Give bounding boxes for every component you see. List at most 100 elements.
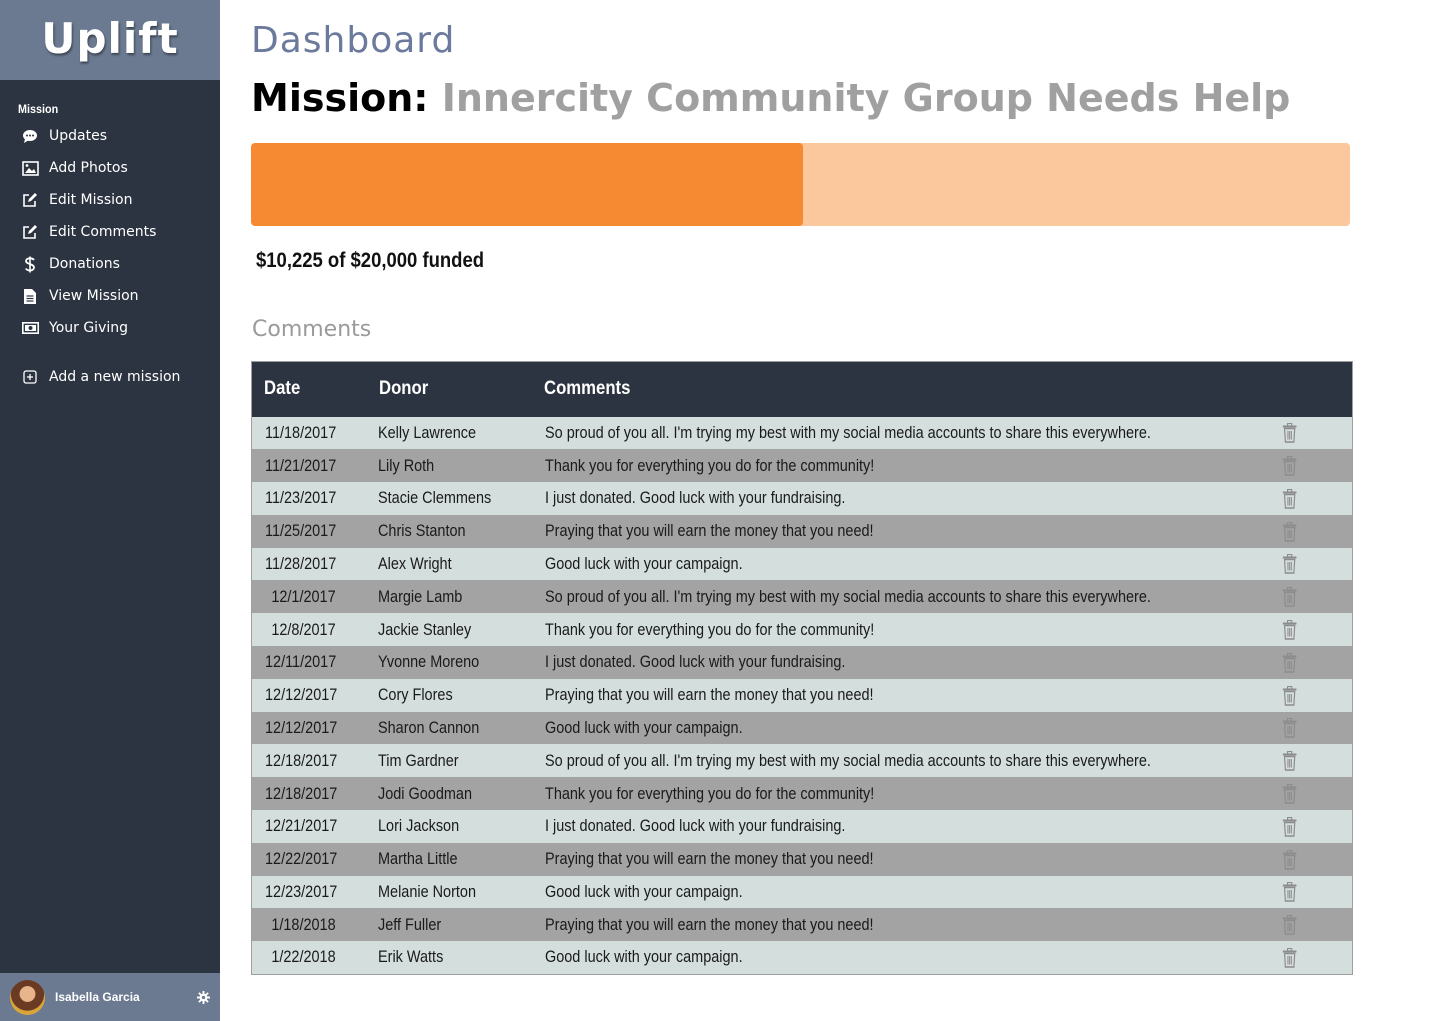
money-icon <box>21 319 39 337</box>
sidebar-item-edit-comments[interactable]: Edit Comments <box>0 216 220 248</box>
comment-actions <box>1258 876 1352 909</box>
page-title: Dashboard <box>251 20 456 61</box>
comment-actions <box>1258 417 1352 450</box>
sidebar-item-label: Updates <box>49 128 107 144</box>
trash-icon[interactable] <box>1282 652 1297 673</box>
comment-actions <box>1258 679 1352 712</box>
comment-text: Praying that you will earn the money tha… <box>545 849 874 869</box>
table-row: 12/11/2017 Yvonne Moreno I just donated. G… <box>251 646 1353 679</box>
comment-donor: Jeff Fuller <box>377 914 442 934</box>
table-row: 11/21/2017 Lily Roth Thank you for everyth… <box>251 449 1353 483</box>
mission-name: Innercity Community Group Needs Help <box>441 76 1291 120</box>
table-row: 1/18/2018 Jeff Fuller Praying that you wil… <box>251 908 1353 942</box>
comment-actions <box>1258 613 1352 646</box>
comment-actions <box>1258 843 1352 876</box>
sidebar-item-your-giving[interactable]: Your Giving <box>0 312 220 344</box>
trash-icon[interactable] <box>1282 947 1297 968</box>
trash-icon[interactable] <box>1282 783 1297 804</box>
sidebar-item-add-photos[interactable]: Add Photos <box>0 152 220 184</box>
comment-date: 12/22/2017 <box>265 849 338 869</box>
comment-donor: Jodi Goodman <box>377 783 472 803</box>
trash-icon[interactable] <box>1282 751 1297 771</box>
comment-donor: Tim Gardner <box>377 750 459 770</box>
comment-text: Thank you for everything you do for the … <box>545 455 875 475</box>
comment-donor: Margie Lamb <box>377 586 463 606</box>
sidebar-item-label: Add Photos <box>49 160 128 176</box>
comment-text: Good luck with your campaign. <box>545 882 743 902</box>
trash-icon[interactable] <box>1282 816 1297 837</box>
comment-text: Thank you for everything you do for the … <box>545 619 875 639</box>
comment-donor: Sharon Cannon <box>377 718 480 738</box>
comment-date: 12/1/2017 <box>271 586 336 606</box>
trash-icon[interactable] <box>1282 521 1297 542</box>
comment-donor: Lori Jackson <box>377 816 459 836</box>
trash-icon[interactable] <box>1282 423 1297 443</box>
edit-icon <box>21 223 39 241</box>
comment-text: Thank you for everything you do for the … <box>545 783 875 803</box>
comment-donor: Kelly Lawrence <box>377 422 476 442</box>
table-row: 12/18/2017 Jodi Goodman Thank you for ever… <box>251 777 1353 811</box>
comment-donor: Alex Wright <box>377 554 452 574</box>
trash-icon[interactable] <box>1282 882 1297 903</box>
avatar[interactable] <box>10 979 45 1015</box>
table-row: 1/22/2018 Erik Watts Good luck with your c… <box>251 941 1353 975</box>
comment-text: I just donated. Good luck with your fund… <box>545 652 846 672</box>
gear-icon[interactable] <box>196 990 210 1004</box>
sidebar-item-donations[interactable]: Donations <box>0 248 220 280</box>
trash-icon[interactable] <box>1282 554 1297 575</box>
trash-icon[interactable] <box>1282 685 1297 706</box>
sidebar-item-edit-mission[interactable]: Edit Mission <box>0 184 220 216</box>
comment-text: Good luck with your campaign. <box>545 554 743 574</box>
comments-table: Date Donor Comments 11/18/2017 Kelly Lawr… <box>251 361 1353 975</box>
sidebar-nav: Updates Add Photos Edit Mission Edit Com… <box>0 120 220 393</box>
sidebar-item-view-mission[interactable]: View Mission <box>0 280 220 312</box>
trash-icon[interactable] <box>1282 587 1297 607</box>
sidebar-item-updates[interactable]: Updates <box>0 120 220 152</box>
comment-date: 12/21/2017 <box>265 816 338 836</box>
comment-date: 11/21/2017 <box>265 455 337 475</box>
comment-date: 1/18/2018 <box>271 914 336 934</box>
sidebar-item-add-mission[interactable]: Add a new mission <box>0 361 220 393</box>
mission-label: Mission: <box>251 76 429 120</box>
trash-icon[interactable] <box>1282 718 1297 739</box>
comment-donor: Martha Little <box>377 849 458 869</box>
comment-text: Good luck with your campaign. <box>545 947 743 967</box>
comment-date: 11/25/2017 <box>265 521 337 541</box>
trash-icon[interactable] <box>1282 455 1297 476</box>
table-row: 11/18/2017 Kelly Lawrence So proud of you … <box>251 416 1353 450</box>
comment-donor: Erik Watts <box>377 947 444 967</box>
table-row: 12/18/2017 Tim Gardner So proud of you all… <box>251 744 1353 778</box>
comment-actions <box>1258 580 1352 613</box>
sidebar-item-label: View Mission <box>49 288 139 304</box>
comment-donor: Jackie Stanley <box>377 619 472 639</box>
sidebar-item-label: Add a new mission <box>49 369 181 385</box>
trash-icon[interactable] <box>1282 915 1297 935</box>
mission-heading: Mission: Innercity Community Group Needs… <box>251 76 1290 120</box>
funding-progress-fill <box>251 143 804 226</box>
comment-date: 11/28/2017 <box>265 554 337 574</box>
trash-icon[interactable] <box>1282 849 1297 870</box>
sidebar-item-label: Donations <box>49 256 120 272</box>
funding-summary: $10,225 of $20,000 funded <box>256 249 485 272</box>
comment-actions <box>1258 515 1352 548</box>
sidebar-item-label: Edit Mission <box>49 192 133 208</box>
trash-icon[interactable] <box>1282 619 1297 640</box>
table-row: 11/25/2017 Chris Stanton Praying that you … <box>251 514 1353 548</box>
logo-area[interactable]: Uplift <box>0 0 220 80</box>
user-name: Isabella Garcia <box>55 990 140 1004</box>
comment-text: Praying that you will earn the money tha… <box>545 521 874 541</box>
column-header-donor: Donor <box>378 378 429 400</box>
dollar-icon <box>21 255 39 273</box>
comment-actions <box>1258 548 1352 581</box>
comment-text: So proud of you all. I'm trying my best … <box>545 422 1152 442</box>
sidebar-section-label: Mission <box>18 102 59 116</box>
comment-donor: Cory Flores <box>377 685 453 705</box>
nav-spacer <box>0 344 220 361</box>
comment-text: Praying that you will earn the money tha… <box>545 914 874 934</box>
app-logo[interactable]: Uplift <box>41 14 178 63</box>
table-row: 12/1/2017 Margie Lamb So proud of you all.… <box>251 580 1353 614</box>
trash-icon[interactable] <box>1282 488 1297 509</box>
comment-actions <box>1258 941 1352 974</box>
table-row: 12/22/2017 Martha Little Praying that you … <box>251 842 1353 876</box>
comment-text: Praying that you will earn the money tha… <box>545 685 874 705</box>
